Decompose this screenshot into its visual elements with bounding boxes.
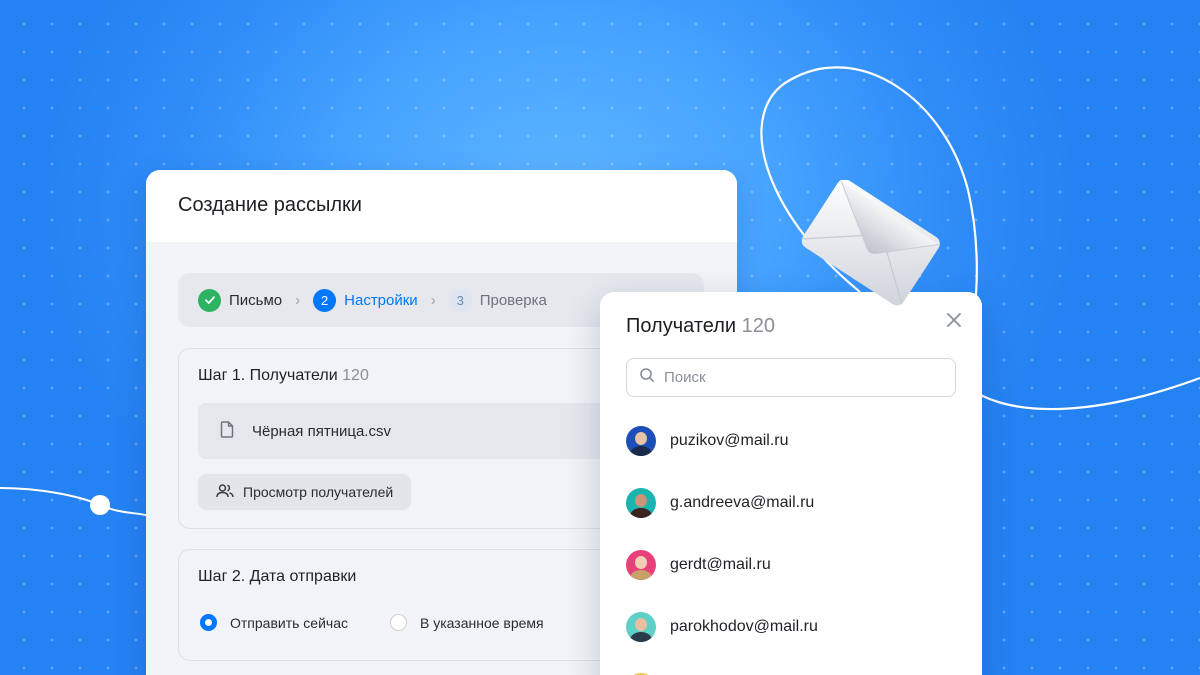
view-recipients-label: Просмотр получателей xyxy=(243,484,394,500)
users-icon xyxy=(216,483,234,502)
recipient-item[interactable]: gerdt@mail.ru xyxy=(626,550,771,580)
radio-label: В указанное время xyxy=(420,614,544,631)
recipient-email: puzikov@mail.ru xyxy=(670,432,789,449)
recipients-count: 120 xyxy=(342,367,369,384)
close-icon[interactable] xyxy=(945,311,963,329)
chevron-right-icon: › xyxy=(295,291,301,309)
card-header: Создание рассылки xyxy=(146,170,737,242)
step-letter[interactable]: Письмо xyxy=(198,288,283,312)
section-title-text: Шаг 1. Получатели xyxy=(198,367,338,384)
step-review[interactable]: 3 Проверка xyxy=(448,288,547,312)
recipient-email: parokhodov@mail.ru xyxy=(670,618,818,635)
step-label: Письмо xyxy=(229,291,283,309)
search-field[interactable] xyxy=(626,358,956,397)
avatar xyxy=(626,612,656,642)
popup-recipients-count: 120 xyxy=(741,315,776,337)
line-node xyxy=(90,495,110,515)
avatar xyxy=(626,426,656,456)
search-input[interactable] xyxy=(664,369,944,386)
step-settings[interactable]: 2 Настройки xyxy=(313,288,418,312)
recipient-email: gerdt@mail.ru xyxy=(670,556,771,573)
step-label: Проверка xyxy=(479,291,547,309)
step-number: 3 xyxy=(448,288,472,312)
envelope-icon xyxy=(801,180,940,306)
radio-label: Отправить сейчас xyxy=(230,614,348,631)
file-name: Чёрная пятница.csv xyxy=(252,422,391,440)
file-icon xyxy=(220,420,234,442)
recipient-email: g.andreeva@mail.ru xyxy=(670,494,815,511)
radio-send-now[interactable]: Отправить сейчас xyxy=(200,614,348,631)
section-title: Шаг 1. Получатели 120 xyxy=(198,367,369,385)
page-title: Создание рассылки xyxy=(178,194,362,216)
popup-title: Получатели 120 xyxy=(626,315,775,338)
radio-scheduled[interactable]: В указанное время xyxy=(390,614,544,631)
avatar xyxy=(626,550,656,580)
chevron-right-icon: › xyxy=(430,291,436,309)
recipient-item[interactable]: parokhodov@mail.ru xyxy=(626,612,818,642)
popup-title-text: Получатели xyxy=(626,315,737,337)
step-number: 2 xyxy=(313,288,337,312)
radio-button[interactable] xyxy=(390,614,407,631)
recipient-item[interactable]: g.andreeva@mail.ru xyxy=(626,488,814,518)
radio-button[interactable] xyxy=(200,614,217,631)
avatar xyxy=(626,488,656,518)
send-time-options: Отправить сейчас В указанное время xyxy=(200,614,544,631)
recipient-item[interactable]: puzikov@mail.ru xyxy=(626,426,789,456)
search-icon xyxy=(639,367,655,388)
step-label: Настройки xyxy=(344,291,418,309)
recipients-popup: Получатели 120 puzikov@mail.ru g.andreev… xyxy=(600,292,982,675)
check-icon xyxy=(198,288,221,312)
section-title: Шаг 2. Дата отправки xyxy=(198,568,357,585)
view-recipients-button[interactable]: Просмотр получателей xyxy=(198,474,412,510)
